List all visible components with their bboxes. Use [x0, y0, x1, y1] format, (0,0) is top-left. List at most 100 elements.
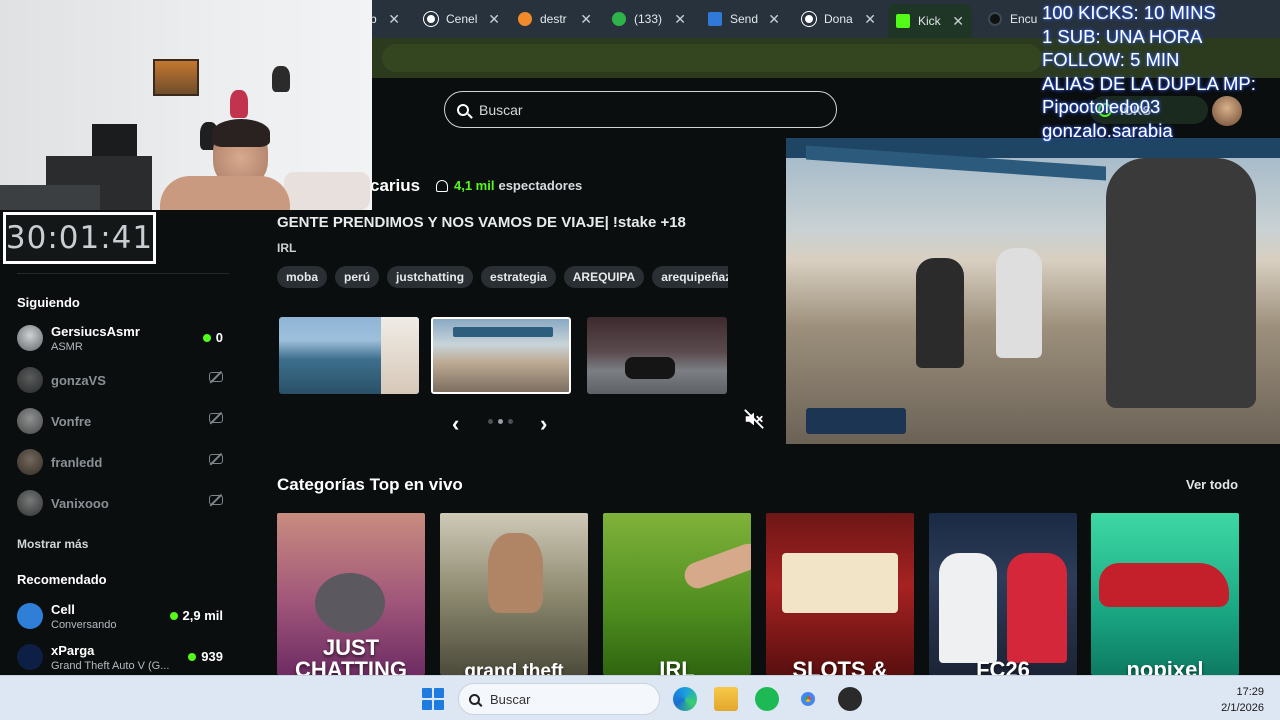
browser-tab[interactable]: destr ✕ — [518, 6, 592, 32]
taskbar-search[interactable]: Buscar — [458, 683, 660, 715]
video-off-icon — [209, 454, 223, 464]
system-clock[interactable]: 17:29 2/1/2026 — [1221, 684, 1264, 716]
tag[interactable]: AREQUIPA — [563, 266, 645, 288]
chevron-left-icon[interactable]: ‹ — [452, 411, 459, 437]
browser-tab-active[interactable]: Kick ✕ — [888, 4, 972, 38]
category-card-nopixel[interactable]: nopixel — [1091, 513, 1239, 675]
sidebar-item-vanixooo[interactable]: Vanixooo — [17, 486, 229, 520]
tab-label: Dona — [824, 12, 853, 26]
live-dot — [188, 652, 197, 661]
goal-line: FOLLOW: 5 MIN — [1042, 49, 1180, 70]
browser-tab[interactable]: (133) ✕ — [612, 6, 686, 32]
stream-category[interactable]: IRL — [277, 241, 296, 255]
tag[interactable]: estrategia — [481, 266, 556, 288]
channel-name: xParga — [51, 642, 95, 658]
sidebar-item-gonzavs[interactable]: gonzaVS — [17, 363, 229, 397]
category-card-slots[interactable]: SLOTS & — [766, 513, 914, 675]
channel-category: ASMR — [51, 340, 83, 353]
sidebar-item-vonfre[interactable]: Vonfre — [17, 404, 229, 438]
search-input[interactable]: Buscar — [444, 91, 837, 128]
carousel-thumbnail[interactable] — [587, 317, 727, 394]
close-icon[interactable]: ✕ — [952, 13, 964, 30]
viewers-label: espectadores — [498, 178, 583, 193]
category-card-fc26[interactable]: FC26 — [929, 513, 1077, 675]
tab-label: destr — [540, 12, 567, 26]
tab-icon — [518, 12, 532, 26]
avatar — [17, 408, 43, 434]
viewer-count: 4,1 mil espectadores — [436, 178, 582, 193]
browser-tab[interactable]: Send ✕ — [708, 6, 780, 32]
app-icon[interactable] — [838, 687, 862, 711]
category-label: IRL — [659, 657, 695, 676]
live-dot — [202, 333, 211, 342]
windows-start-icon[interactable] — [422, 688, 444, 710]
clock-date: 2/1/2026 — [1221, 702, 1264, 714]
avatar — [17, 490, 43, 516]
sidebar-item-xparga[interactable]: xParga Grand Theft Auto V (G... 939 — [17, 640, 229, 674]
sidebar-item-cell[interactable]: Cell Conversando 2,9 mil — [17, 599, 229, 633]
stream-title[interactable]: GENTE PRENDIMOS Y NOS VAMOS DE VIAJE| !s… — [277, 214, 686, 231]
close-icon[interactable]: ✕ — [768, 11, 780, 28]
tag[interactable]: perú — [335, 266, 380, 288]
tab-label: Send — [730, 12, 759, 26]
tag[interactable]: justchatting — [387, 266, 474, 288]
taskbar: Buscar 17:29 2/1/2026 — [0, 675, 1280, 720]
url-field[interactable] — [382, 44, 1042, 72]
close-icon[interactable]: ✕ — [488, 11, 500, 28]
tab-label: (133) — [634, 12, 663, 26]
chrome-icon[interactable] — [796, 687, 820, 711]
paypal-icon — [708, 12, 722, 26]
category-label: JUST CHATTING — [294, 635, 408, 676]
offline-status — [209, 413, 223, 423]
category-label: SLOTS & — [792, 657, 888, 676]
featured-video-player[interactable] — [786, 138, 1280, 444]
tag[interactable]: moba — [277, 266, 328, 288]
close-icon[interactable]: ✕ — [674, 11, 686, 28]
channel-category: Conversando — [51, 618, 117, 631]
stream-goals-overlay: 100 KICKS: 10 MINS 1 SUB: UNA HORA FOLLO… — [1042, 1, 1280, 142]
channel-name: franledd — [51, 454, 103, 470]
browser-tab[interactable]: Dona ✕ — [802, 6, 876, 32]
viewer-count: 939 — [188, 649, 223, 664]
clock-time: 17:29 — [1236, 686, 1264, 698]
featured-streamer-name[interactable]: carius — [370, 176, 420, 196]
divider — [17, 273, 229, 274]
close-icon[interactable]: ✕ — [580, 11, 592, 28]
edge-icon[interactable] — [673, 687, 697, 711]
spotify-icon[interactable] — [755, 687, 779, 711]
sidebar-item-franledd[interactable]: franledd — [17, 445, 229, 479]
see-all-link[interactable]: Ver todo — [1186, 477, 1238, 492]
users-icon — [436, 179, 448, 192]
channel-name: Cell — [51, 601, 75, 617]
search-icon — [469, 693, 480, 705]
carousel-thumbnail[interactable] — [279, 317, 419, 394]
chevron-right-icon[interactable]: › — [540, 411, 547, 437]
browser-tab[interactable]: Encu — [988, 6, 1048, 32]
categories-heading: Categorías Top en vivo — [277, 475, 463, 494]
tag[interactable]: arequipeñazo — [652, 266, 728, 288]
browser-tab[interactable]: b ✕ — [370, 6, 400, 32]
avatar — [17, 449, 43, 475]
tab-icon — [612, 12, 626, 26]
tab-label: Encu — [1010, 12, 1038, 26]
close-icon[interactable]: ✕ — [388, 11, 400, 28]
viewer-count: 0 — [202, 330, 223, 345]
viewer-count: 2,9 mil — [169, 608, 223, 623]
category-card-gta[interactable]: grand theft — [440, 513, 588, 675]
avatar — [17, 644, 43, 670]
webcam-overlay — [0, 0, 372, 210]
carousel-thumbnail-selected[interactable] — [431, 317, 571, 394]
sidebar-item-gersiucsasmr[interactable]: GersiucsAsmr ASMR 0 — [17, 321, 229, 355]
mute-icon[interactable] — [743, 408, 765, 430]
offline-status — [209, 372, 223, 382]
close-icon[interactable]: ✕ — [864, 11, 876, 28]
category-card-irl[interactable]: IRL — [603, 513, 751, 675]
following-title: Siguiendo — [17, 295, 80, 310]
show-more-link[interactable]: Mostrar más — [17, 537, 88, 551]
goal-line: gonzalo.sarabia — [1042, 119, 1173, 141]
live-dot — [169, 611, 178, 620]
category-card-just-chatting[interactable]: JUST CHATTING — [277, 513, 425, 675]
browser-tab[interactable]: Cenel ✕ — [424, 6, 500, 32]
file-explorer-icon[interactable] — [714, 687, 738, 711]
goal-line: 100 KICKS: 10 MINS — [1042, 2, 1216, 23]
